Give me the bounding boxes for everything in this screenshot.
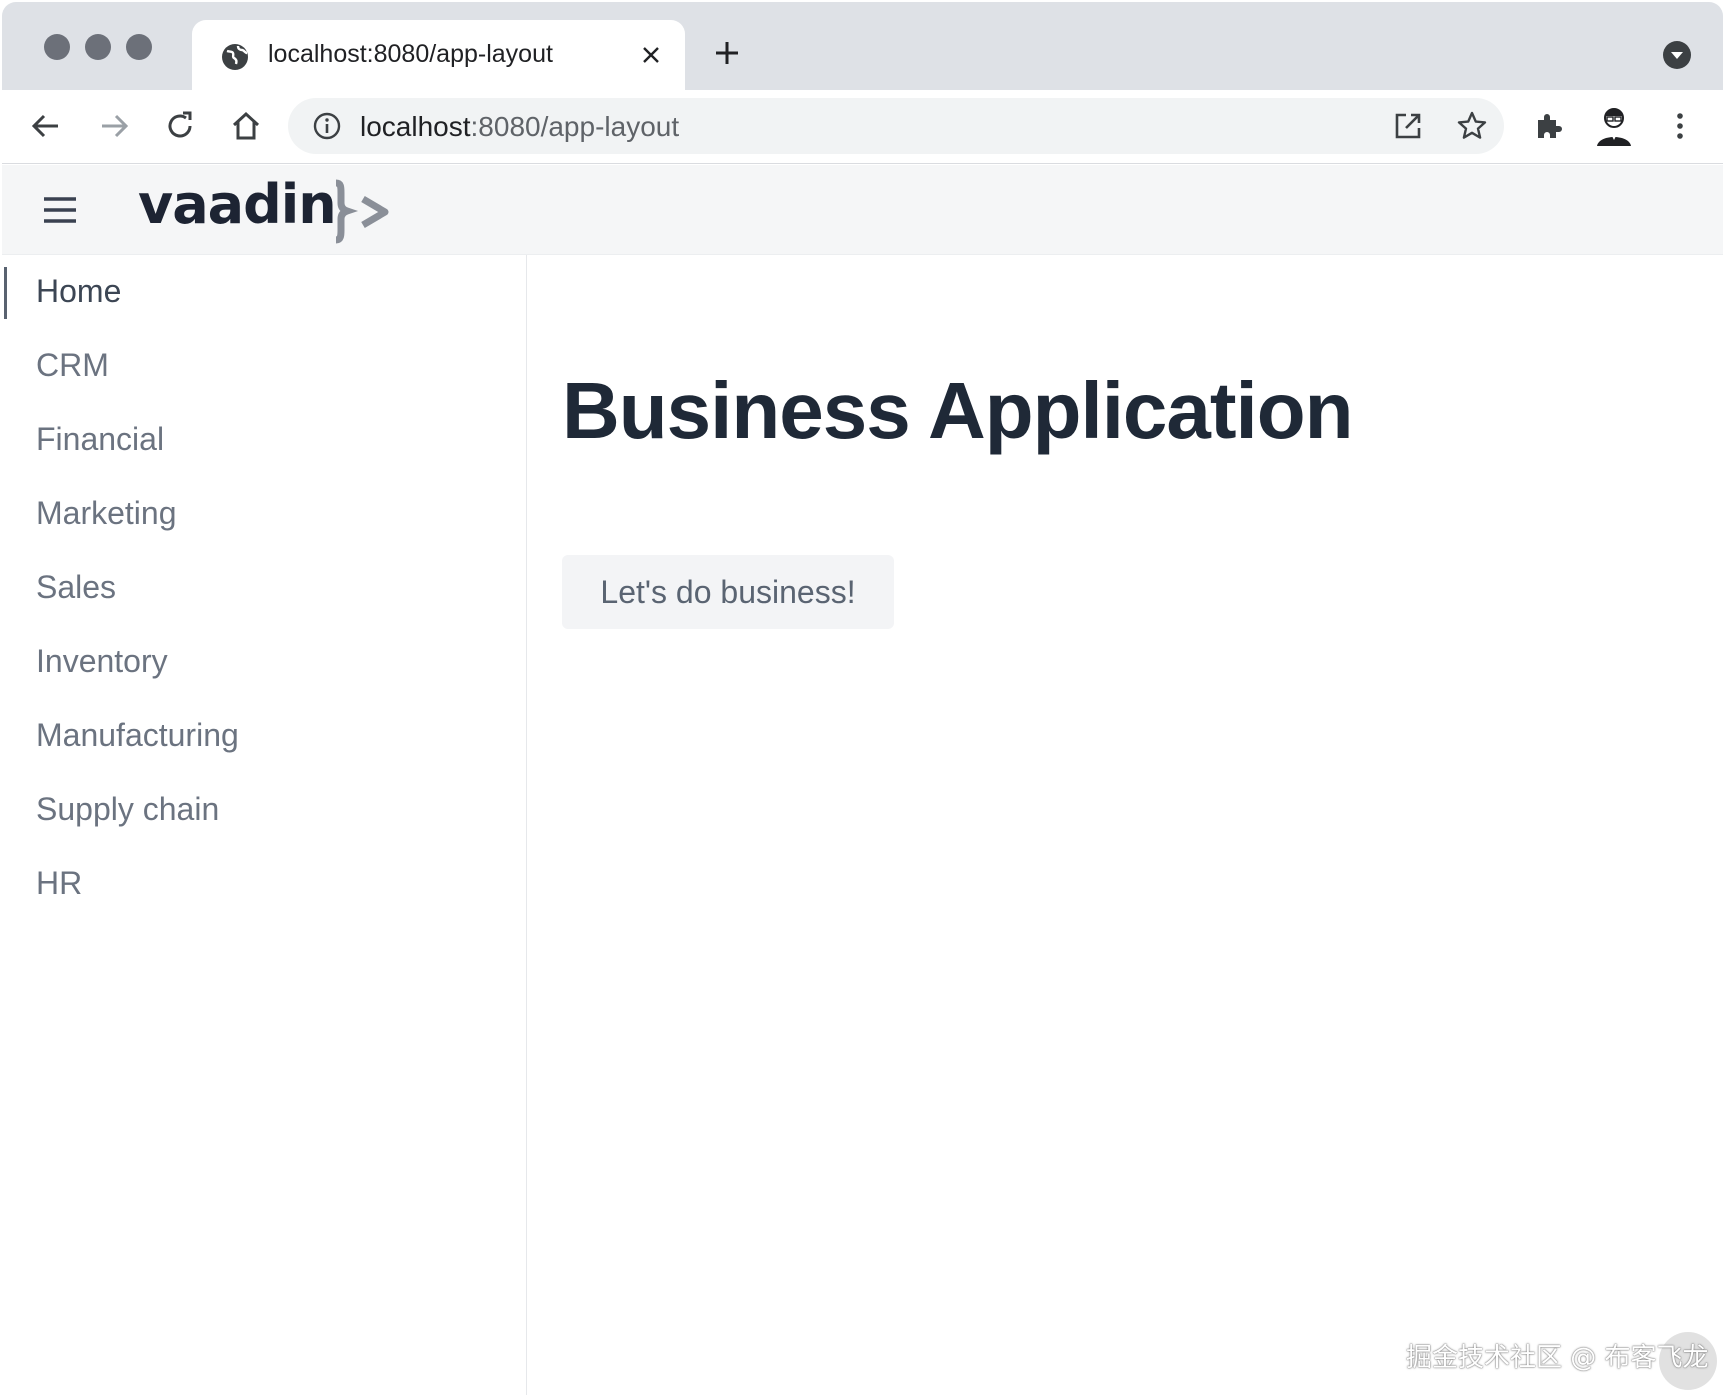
address-bar[interactable]: localhost:8080/app-layout (288, 98, 1504, 154)
window-zoom-dot[interactable] (126, 34, 152, 60)
page-title: Business Application (562, 366, 1354, 455)
nav-item-crm[interactable]: CRM (2, 329, 522, 403)
window-close-dot[interactable] (44, 34, 70, 60)
nav-item-home[interactable]: Home (2, 255, 522, 329)
nav-item-label: Sales (36, 569, 117, 605)
nav-item-financial[interactable]: Financial (2, 403, 522, 477)
window-minimize-dot[interactable] (85, 34, 111, 60)
star-icon[interactable] (1456, 110, 1488, 142)
nav-item-label: HR (36, 865, 83, 901)
main-content: Business Application Let's do business! (528, 255, 1723, 1395)
tab-search-icon[interactable] (1662, 40, 1692, 70)
nav-item-manufacturing[interactable]: Manufacturing (2, 699, 522, 773)
browser-tab[interactable]: localhost:8080/app-layout (192, 20, 685, 90)
nav-item-supply-chain[interactable]: Supply chain (2, 773, 522, 847)
plus-icon[interactable] (712, 38, 742, 68)
address-text[interactable]: localhost:8080/app-layout (360, 111, 679, 143)
profile-avatar[interactable] (1594, 104, 1634, 148)
watermark-text: 掘金技术社区 @ 布客飞龙 (1406, 1343, 1709, 1373)
browser-window: localhost:8080/app-layout localhost:8080… (2, 2, 1723, 1395)
nav-item-label: CRM (36, 347, 109, 383)
nav-item-label: Home (36, 273, 122, 309)
close-icon[interactable] (638, 42, 664, 68)
info-icon[interactable] (312, 111, 342, 141)
vaadin-logo: vaadin (138, 177, 389, 244)
more-vert-icon[interactable] (1662, 108, 1698, 144)
hamburger-icon[interactable] (42, 194, 78, 226)
browser-toolbar: localhost:8080/app-layout (2, 90, 1723, 164)
extensions-icon[interactable] (1530, 108, 1566, 144)
tab-strip: localhost:8080/app-layout (2, 2, 1723, 90)
forward-icon[interactable] (96, 108, 132, 144)
url-path: :8080/app-layout (470, 111, 680, 142)
reload-icon[interactable] (162, 108, 198, 144)
nav-item-label: Supply chain (36, 791, 220, 827)
nav-item-label: Manufacturing (36, 717, 239, 753)
logo-text: vaadin (138, 177, 336, 236)
nav-item-inventory[interactable]: Inventory (2, 625, 522, 699)
nav-item-hr[interactable]: HR (2, 847, 522, 921)
app-navbar: vaadin (2, 165, 1723, 255)
url-host: localhost (360, 111, 471, 142)
lets-do-business-button[interactable]: Let's do business! (562, 555, 894, 629)
tab-title: localhost:8080/app-layout (268, 40, 553, 68)
home-icon[interactable] (228, 108, 264, 144)
back-icon[interactable] (28, 108, 64, 144)
nav-item-sales[interactable]: Sales (2, 551, 522, 625)
open-external-icon[interactable] (1392, 110, 1424, 142)
nav-item-marketing[interactable]: Marketing (2, 477, 522, 551)
side-drawer: Home CRM Financial Marketing Sales Inven… (2, 255, 527, 1395)
nav-item-label: Marketing (36, 495, 177, 531)
nav-item-label: Financial (36, 421, 165, 457)
globe-icon (222, 44, 248, 70)
nav-item-label: Inventory (36, 643, 168, 679)
